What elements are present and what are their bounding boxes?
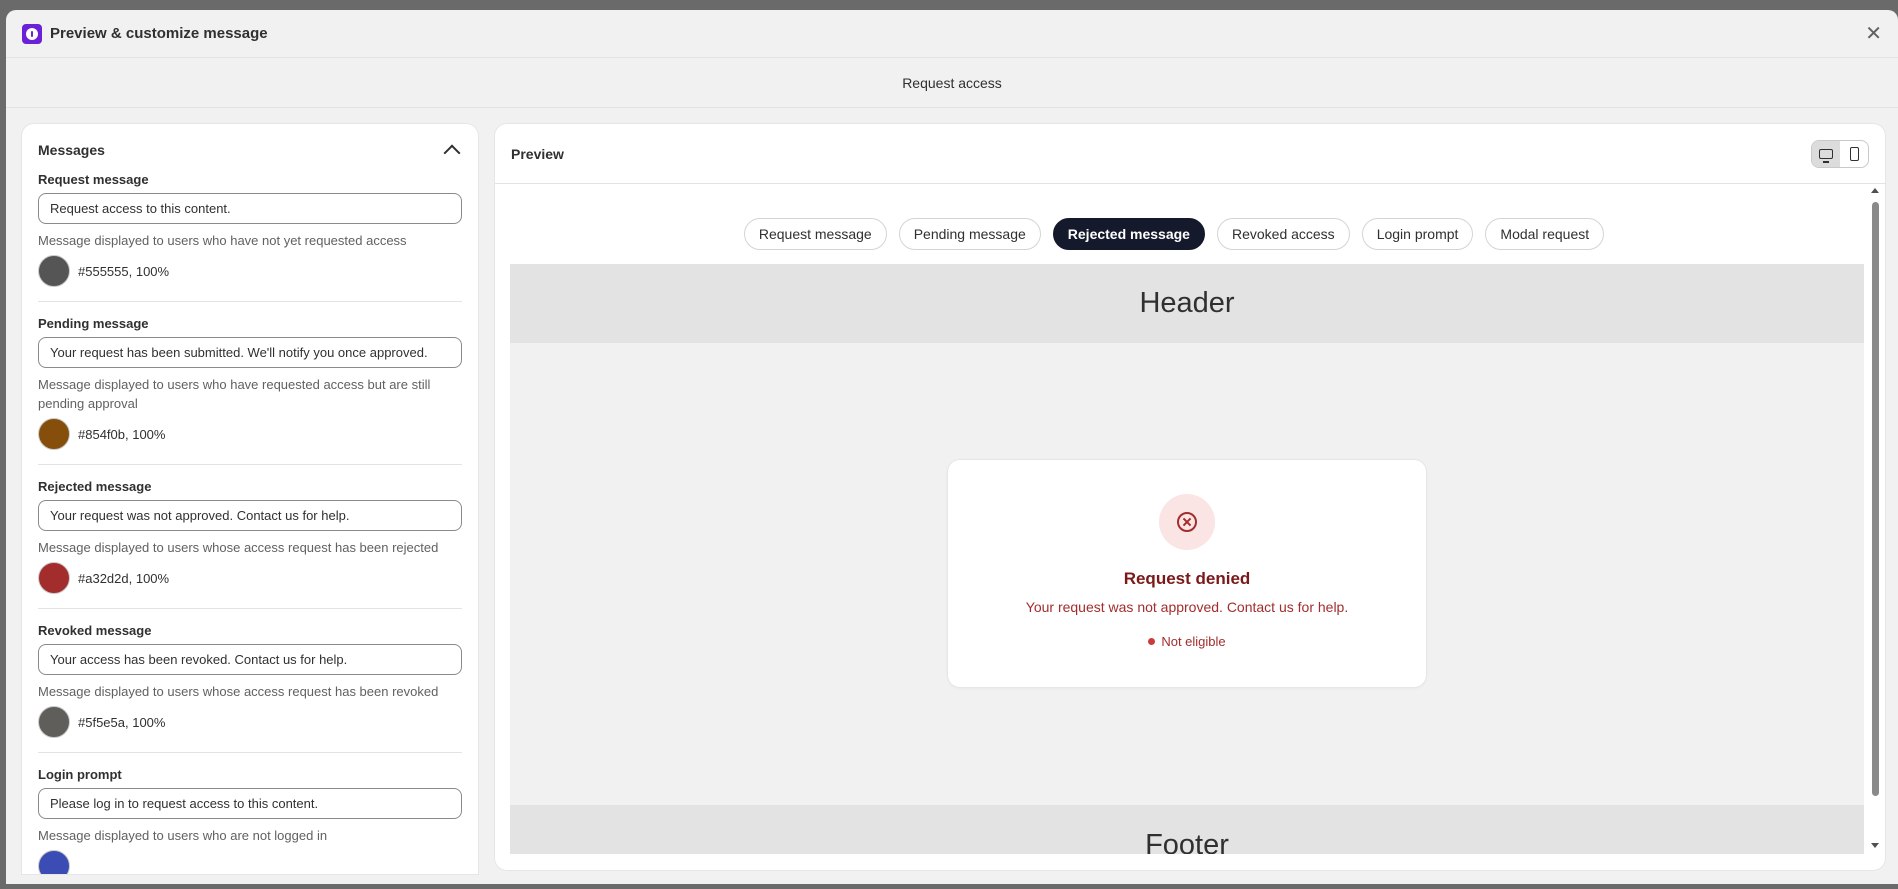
error-x-icon bbox=[1177, 512, 1197, 532]
rejected-message-input[interactable] bbox=[38, 500, 462, 531]
status-badge: Not eligible bbox=[1148, 634, 1226, 649]
error-icon-wrap bbox=[1159, 494, 1215, 550]
pending-color-label: #854f0b, 100% bbox=[78, 426, 166, 442]
message-tabs: Request message Pending message Rejected… bbox=[495, 218, 1853, 250]
rejected-message-section: Rejected message Message displayed to us… bbox=[38, 479, 462, 609]
app-logo-icon bbox=[22, 23, 42, 44]
revoked-message-help: Message displayed to users whose access … bbox=[38, 684, 439, 699]
pending-color-swatch[interactable] bbox=[38, 418, 70, 450]
rejected-message-label: Rejected message bbox=[38, 479, 152, 494]
revoked-color-row: #5f5e5a, 100% bbox=[38, 706, 462, 738]
revoked-message-section: Revoked message Message displayed to use… bbox=[38, 623, 462, 753]
status-text: Not eligible bbox=[1161, 634, 1226, 649]
request-message-section: Request message Message displayed to use… bbox=[38, 172, 462, 302]
preview-page-footer: Footer bbox=[510, 805, 1864, 854]
request-message-help: Message displayed to users who have not … bbox=[38, 233, 407, 248]
mobile-icon bbox=[1849, 146, 1859, 161]
card-message: Your request was not approved. Contact u… bbox=[1025, 599, 1349, 615]
title-bar: Preview & customize message ✕ bbox=[6, 10, 1898, 58]
pending-color-row: #854f0b, 100% bbox=[38, 418, 462, 450]
rejected-message-help: Message displayed to users whose access … bbox=[38, 540, 439, 555]
preview-canvas: Header Request denied Your request was n… bbox=[510, 264, 1864, 854]
rejected-color-row: #a32d2d, 100% bbox=[38, 562, 462, 594]
login-prompt-input[interactable] bbox=[38, 788, 462, 819]
login-color-row bbox=[38, 850, 462, 874]
preview-scrollbar[interactable] bbox=[1868, 184, 1882, 864]
scroll-thumb[interactable] bbox=[1872, 202, 1879, 796]
login-color-swatch[interactable] bbox=[38, 850, 70, 874]
modal-title: Preview & customize message bbox=[50, 25, 268, 42]
rejected-color-swatch[interactable] bbox=[38, 562, 70, 594]
request-color-label: #555555, 100% bbox=[78, 263, 170, 279]
chevron-up-icon[interactable] bbox=[443, 144, 461, 162]
login-prompt-section: Login prompt Message displayed to users … bbox=[38, 767, 462, 874]
tab-request-message[interactable]: Request message bbox=[743, 218, 887, 250]
request-message-input[interactable] bbox=[38, 193, 462, 224]
mobile-view-button[interactable] bbox=[1840, 141, 1868, 167]
page-subtitle: Request access bbox=[902, 74, 1002, 91]
preview-heading: Preview bbox=[511, 145, 564, 162]
messages-panel: Messages Request message Message display… bbox=[22, 124, 478, 874]
messages-heading: Messages bbox=[38, 142, 105, 158]
tab-modal-request[interactable]: Modal request bbox=[1485, 218, 1605, 250]
preview-panel: Preview Request message Pending message … bbox=[495, 124, 1885, 870]
request-color-swatch[interactable] bbox=[38, 255, 70, 287]
request-color-row: #555555, 100% bbox=[38, 255, 462, 287]
preview-header: Preview bbox=[495, 124, 1885, 184]
login-prompt-label: Login prompt bbox=[38, 767, 122, 782]
subtitle-bar: Request access bbox=[6, 58, 1898, 108]
scroll-down-arrow-icon[interactable] bbox=[1871, 843, 1879, 848]
pending-message-section: Pending message Message displayed to use… bbox=[38, 316, 462, 465]
pending-message-label: Pending message bbox=[38, 316, 149, 331]
tab-login-prompt[interactable]: Login prompt bbox=[1361, 218, 1474, 250]
rejected-color-label: #a32d2d, 100% bbox=[78, 570, 170, 586]
revoked-message-label: Revoked message bbox=[38, 623, 152, 638]
modal-window: Preview & customize message ✕ Request ac… bbox=[6, 10, 1898, 884]
pending-message-input[interactable] bbox=[38, 337, 462, 368]
desktop-icon bbox=[1819, 148, 1833, 163]
status-dot-icon bbox=[1148, 638, 1156, 645]
revoked-message-input[interactable] bbox=[38, 644, 462, 675]
tab-revoked-access[interactable]: Revoked access bbox=[1216, 218, 1350, 250]
tab-pending-message[interactable]: Pending message bbox=[898, 218, 1041, 250]
close-icon[interactable]: ✕ bbox=[1865, 24, 1882, 44]
card-title: Request denied bbox=[1123, 569, 1251, 588]
rejected-message-card: Request denied Your request was not appr… bbox=[948, 460, 1426, 687]
messages-panel-header[interactable]: Messages bbox=[38, 140, 462, 162]
pending-message-help: Message displayed to users who have requ… bbox=[38, 377, 431, 411]
desktop-view-button[interactable] bbox=[1812, 140, 1840, 167]
revoked-color-label: #5f5e5a, 100% bbox=[78, 714, 166, 730]
request-message-label: Request message bbox=[38, 172, 149, 187]
revoked-color-swatch[interactable] bbox=[38, 706, 70, 738]
login-prompt-help: Message displayed to users who are not l… bbox=[38, 828, 328, 843]
scroll-up-arrow-icon[interactable] bbox=[1871, 188, 1879, 193]
preview-page-header: Header bbox=[510, 264, 1864, 343]
tab-rejected-message[interactable]: Rejected message bbox=[1052, 218, 1205, 250]
device-toggle bbox=[1811, 139, 1869, 168]
